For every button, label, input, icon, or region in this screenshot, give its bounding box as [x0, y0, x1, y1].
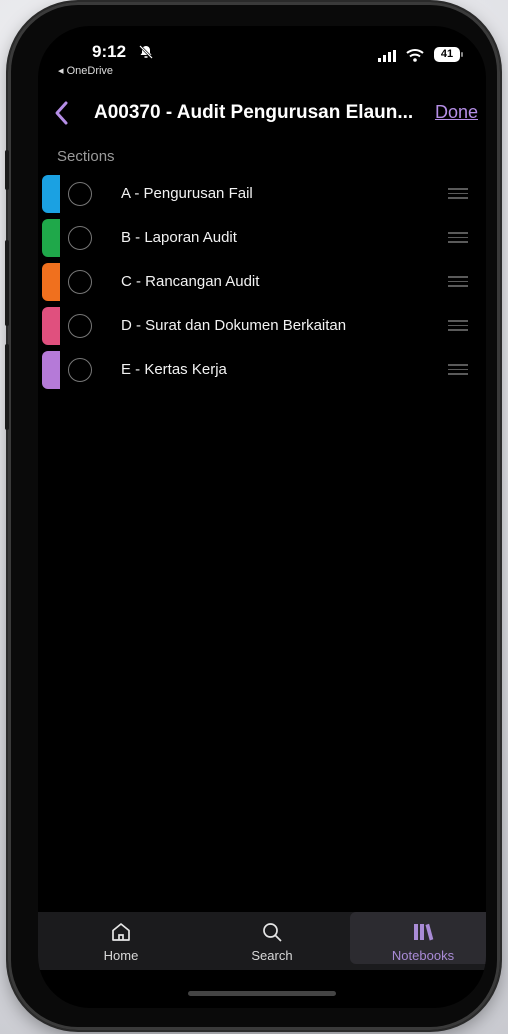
notebooks-icon	[414, 923, 434, 941]
drag-handle-icon[interactable]	[448, 364, 468, 375]
tab-search[interactable]: Search	[199, 912, 345, 964]
tab-home-label: Home	[103, 948, 139, 963]
drag-handle-icon[interactable]	[448, 276, 468, 287]
home-indicator[interactable]	[188, 991, 336, 996]
page-title: A00370 - Audit Pengurusan Elaun...	[94, 102, 414, 123]
select-circle[interactable]	[68, 314, 92, 338]
tab-notebooks-label: Notebooks	[391, 948, 455, 963]
section-label: B - Laporan Audit	[121, 229, 237, 246]
back-chevron-icon[interactable]	[52, 98, 72, 128]
section-row-a[interactable]: A - Pengurusan Fail	[38, 172, 486, 216]
section-color-tab	[42, 307, 60, 345]
tab-notebooks[interactable]: Notebooks	[350, 912, 486, 964]
section-color-tab	[42, 263, 60, 301]
volume-up-button	[5, 240, 9, 326]
search-icon	[263, 923, 282, 942]
phone-frame: 9:12 ◂ OneDrive 41 A00370 - Audit Pengur…	[5, 2, 500, 1030]
section-label: C - Rancangan Audit	[121, 273, 260, 290]
section-label: A - Pengurusan Fail	[121, 185, 253, 202]
screen: 9:12 ◂ OneDrive 41 A00370 - Audit Pengur…	[38, 26, 486, 1008]
wifi-icon	[406, 49, 424, 62]
section-row-c[interactable]: C - Rancangan Audit	[38, 260, 486, 304]
section-color-tab	[42, 351, 60, 389]
section-color-tab	[42, 219, 60, 257]
signal-icon	[378, 50, 396, 62]
section-row-b[interactable]: B - Laporan Audit	[38, 216, 486, 260]
sections-heading: Sections	[57, 148, 115, 165]
section-label: E - Kertas Kerja	[121, 361, 227, 378]
silent-bell-icon	[139, 45, 153, 59]
select-circle[interactable]	[68, 270, 92, 294]
section-row-d[interactable]: D - Surat dan Dokumen Berkaitan	[38, 304, 486, 348]
section-label: D - Surat dan Dokumen Berkaitan	[121, 317, 347, 334]
battery-indicator: 41	[434, 47, 463, 62]
select-circle[interactable]	[68, 182, 92, 206]
select-circle[interactable]	[68, 226, 92, 250]
done-button[interactable]: Done	[435, 102, 478, 123]
bottom-tab-bar: Home Search Notebooks	[38, 912, 486, 970]
section-color-tab	[42, 175, 60, 213]
sections-list: A - Pengurusan Fail B - Laporan Audit C …	[38, 172, 486, 392]
drag-handle-icon[interactable]	[448, 188, 468, 199]
status-time: 9:12	[92, 42, 127, 61]
drag-handle-icon[interactable]	[448, 232, 468, 243]
drag-handle-icon[interactable]	[448, 320, 468, 331]
mute-switch	[5, 150, 9, 190]
select-circle[interactable]	[68, 358, 92, 382]
status-bar: 9:12 ◂ OneDrive 41	[38, 40, 486, 80]
tab-search-label: Search	[251, 948, 293, 963]
tab-home[interactable]: Home	[48, 912, 194, 964]
section-row-e[interactable]: E - Kertas Kerja	[38, 348, 486, 392]
volume-down-button	[5, 344, 9, 430]
home-icon	[112, 923, 130, 941]
back-to-app-link[interactable]: ◂ OneDrive	[58, 64, 113, 77]
navigation-bar: A00370 - Audit Pengurusan Elaun... Done	[38, 100, 486, 130]
